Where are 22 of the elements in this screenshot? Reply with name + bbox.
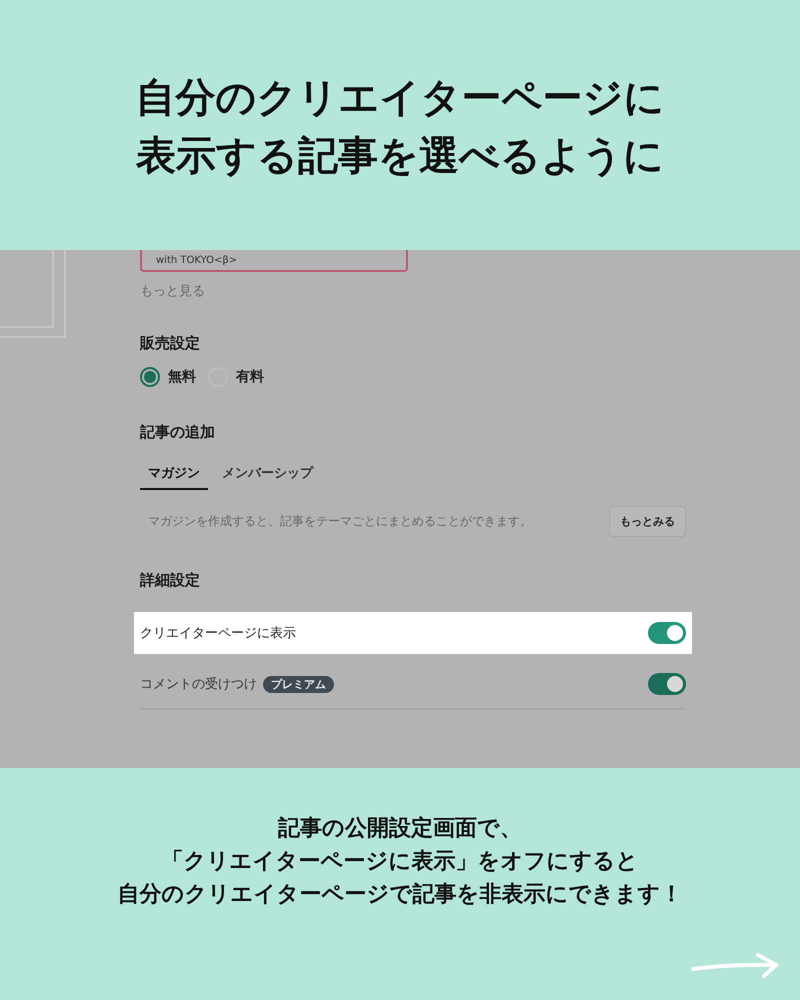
radio-option[interactable]: 無料 xyxy=(140,367,196,387)
setting-label: コメントの受けつけ xyxy=(140,676,257,693)
section-title: 詳細設定 xyxy=(140,571,201,590)
section-title: 販売設定 xyxy=(140,334,201,353)
more-button[interactable]: もっとみる xyxy=(609,506,686,537)
premium-badge: プレミアム xyxy=(263,676,334,692)
section-title: 記事の追加 xyxy=(140,423,216,442)
radio-icon[interactable] xyxy=(140,367,160,387)
caption-text: 「クリエイターページに表示」をオフにすると xyxy=(162,848,638,876)
toggle-switch[interactable] xyxy=(648,673,686,695)
caption-text: 自分のクリエイターページで記事を非表示にできます！ xyxy=(118,881,682,909)
radio-option[interactable]: 有料 xyxy=(208,367,264,387)
headline: 自分のクリエイターページに xyxy=(136,74,664,123)
article-card[interactable]: with TOKYO<β> xyxy=(140,250,408,272)
tab[interactable]: マガジン xyxy=(140,464,208,490)
caption-text: 記事の公開設定画面で、 xyxy=(278,814,522,843)
setting-label: クリエイターページに表示 xyxy=(140,625,296,642)
toggle-switch[interactable] xyxy=(648,622,686,644)
arrow-icon xyxy=(690,950,782,980)
headline: 表示する記事を選べるように xyxy=(136,132,664,181)
description-text: マガジンを作成すると、記事をテーマごとにまとめることができます。 xyxy=(148,513,532,530)
tab[interactable]: メンバーシップ xyxy=(214,464,321,490)
